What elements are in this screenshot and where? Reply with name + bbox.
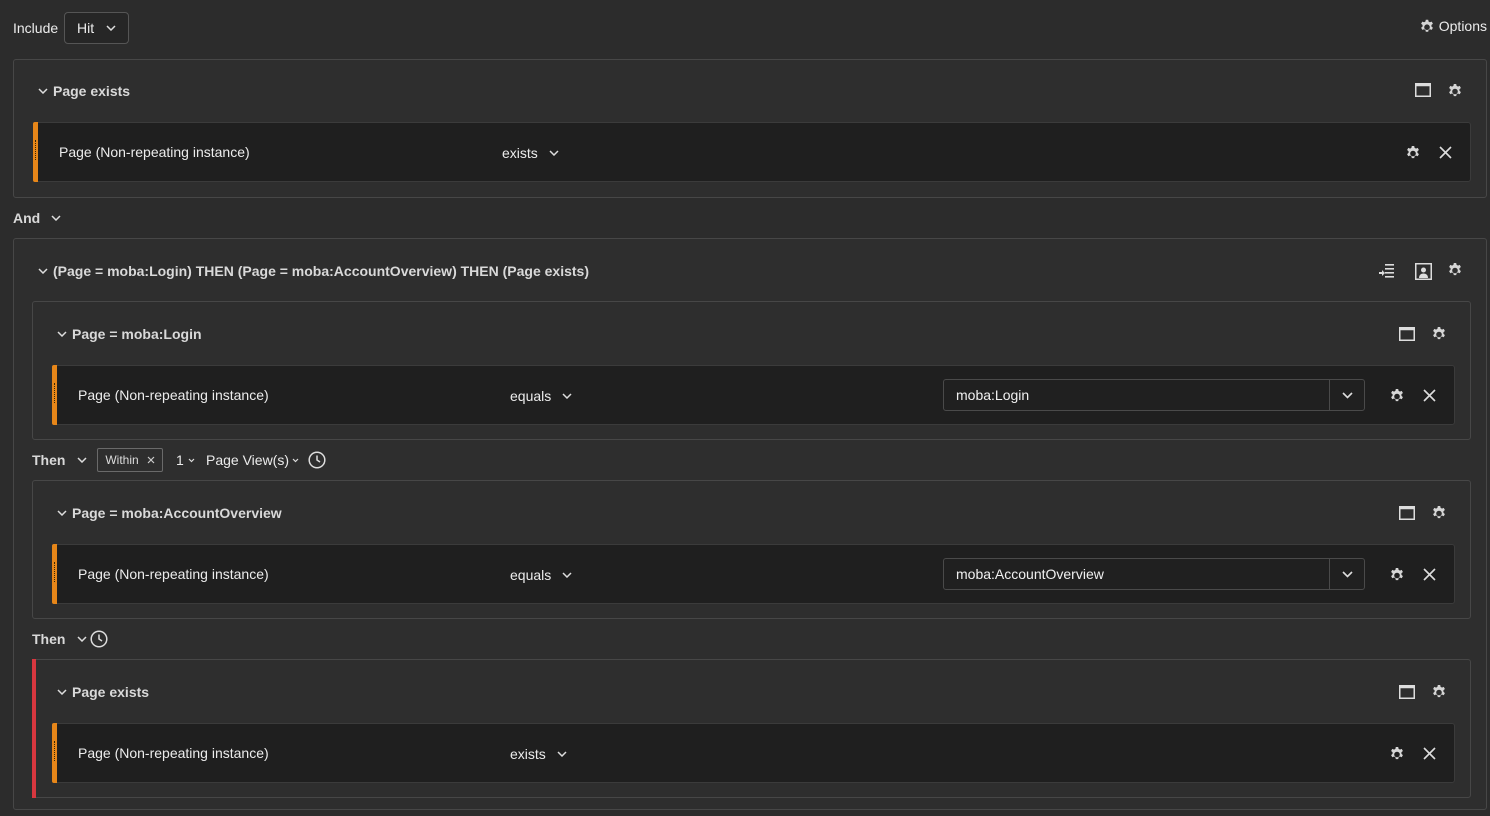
chevron-down-icon — [77, 457, 87, 463]
sequence-title: (Page = moba:Login) THEN (Page = moba:Ac… — [53, 263, 589, 279]
options-button[interactable]: Options — [1419, 18, 1487, 34]
collapse-window-icon[interactable] — [1399, 506, 1415, 520]
chevron-down-icon — [557, 751, 567, 757]
visitor-container-icon[interactable] — [1415, 263, 1432, 280]
operator-value: equals — [510, 567, 552, 583]
container-title: Page exists — [53, 83, 131, 99]
then-operator-select[interactable]: Then — [32, 452, 87, 468]
rule-row: Page (Non-repeating instance) equals mob… — [52, 544, 1455, 604]
step-title: Page = moba:Login — [72, 326, 202, 342]
chevron-down-icon[interactable] — [1329, 559, 1364, 589]
container-header[interactable]: Page = moba:AccountOverview — [57, 505, 282, 521]
gear-icon[interactable] — [1447, 262, 1463, 278]
collapse-window-icon[interactable] — [1399, 327, 1415, 341]
within-label: Within — [105, 453, 139, 467]
operator-select[interactable]: equals — [510, 567, 572, 583]
close-icon[interactable] — [1423, 747, 1436, 760]
chevron-down-icon — [57, 689, 67, 695]
chevron-down-icon — [562, 393, 572, 399]
chevron-down-icon — [38, 88, 48, 94]
gear-icon — [1419, 18, 1435, 34]
collapse-window-icon[interactable] — [1415, 83, 1431, 97]
include-scope-value: Hit — [77, 20, 95, 36]
chevron-down-icon — [77, 636, 87, 642]
rule-dimension[interactable]: Page (Non-repeating instance) — [59, 144, 250, 160]
clock-icon[interactable] — [308, 451, 326, 469]
step-title: Page exists — [72, 684, 150, 700]
chevron-down-icon — [57, 510, 67, 516]
operator-value: equals — [510, 388, 552, 404]
sequence-step-2: Page = moba:AccountOverview Page (Non-re… — [32, 480, 1471, 619]
then-label: Then — [32, 631, 66, 647]
drag-handle[interactable] — [33, 122, 38, 182]
rule-dimension[interactable]: Page (Non-repeating instance) — [78, 566, 269, 582]
within-count: 1 — [176, 452, 184, 468]
operator-select[interactable]: exists — [510, 746, 567, 762]
chevron-down-icon[interactable] — [1329, 380, 1364, 410]
operator-select[interactable]: equals — [510, 388, 572, 404]
operator-select[interactable]: exists — [502, 145, 559, 161]
value-combobox[interactable]: moba:Login — [943, 379, 1365, 411]
step-title: Page = moba:AccountOverview — [72, 505, 282, 521]
within-unit: Page View(s) — [206, 452, 290, 468]
close-icon[interactable] — [1423, 568, 1436, 581]
gear-icon[interactable] — [1431, 505, 1447, 521]
within-count-select[interactable]: 1 — [176, 452, 195, 468]
within-tag[interactable]: Within — [97, 448, 163, 472]
operator-value: exists — [510, 746, 546, 762]
drag-handle[interactable] — [52, 365, 57, 425]
gear-icon[interactable] — [1389, 567, 1405, 583]
value-input[interactable]: moba:Login — [944, 387, 1329, 403]
sequence-step-1: Page = moba:Login Page (Non-repeating in… — [32, 301, 1471, 440]
chevron-down-icon — [188, 458, 195, 463]
exclude-indicator — [32, 659, 36, 798]
value-combobox[interactable]: moba:AccountOverview — [943, 558, 1365, 590]
within-unit-select[interactable]: Page View(s) — [206, 452, 299, 468]
sequence-step-3: Page exists Page (Non-repeating instance… — [32, 659, 1471, 798]
then-label: Then — [32, 452, 66, 468]
chevron-down-icon — [562, 572, 572, 578]
drag-handle[interactable] — [52, 723, 57, 783]
collapse-window-icon[interactable] — [1399, 685, 1415, 699]
operator-value: exists — [502, 145, 538, 161]
clock-icon[interactable] — [90, 630, 108, 648]
value-input[interactable]: moba:AccountOverview — [944, 566, 1329, 582]
drag-handle[interactable] — [52, 544, 57, 604]
gear-icon[interactable] — [1431, 684, 1447, 700]
rule-dimension[interactable]: Page (Non-repeating instance) — [78, 387, 269, 403]
chevron-down-icon — [51, 215, 61, 221]
chevron-down-icon — [549, 150, 559, 156]
then-operator-select[interactable]: Then — [32, 631, 87, 647]
close-icon[interactable] — [147, 456, 155, 464]
options-label: Options — [1438, 18, 1487, 34]
gear-icon[interactable] — [1431, 326, 1447, 342]
rule-dimension[interactable]: Page (Non-repeating instance) — [78, 745, 269, 761]
container-header[interactable]: (Page = moba:Login) THEN (Page = moba:Ac… — [38, 263, 589, 279]
rule-row: Page (Non-repeating instance) exists — [33, 122, 1471, 182]
include-label: Include — [13, 20, 59, 36]
close-icon[interactable] — [1423, 389, 1436, 402]
container-header[interactable]: Page = moba:Login — [57, 326, 202, 342]
gear-icon[interactable] — [1389, 746, 1405, 762]
gear-icon[interactable] — [1405, 145, 1421, 161]
chevron-down-icon — [292, 458, 299, 463]
logic-operator-select[interactable]: And — [13, 210, 61, 226]
container-header[interactable]: Page exists — [38, 83, 130, 99]
sequence-order-icon[interactable] — [1379, 263, 1395, 279]
rule-row: Page (Non-repeating instance) equals mob… — [52, 365, 1455, 425]
gear-icon[interactable] — [1389, 388, 1405, 404]
chevron-down-icon — [106, 25, 116, 31]
gear-icon[interactable] — [1447, 83, 1463, 99]
container-page-exists: Page exists Page (Non-repeating instance… — [13, 59, 1487, 198]
chevron-down-icon — [57, 331, 67, 337]
include-scope-select[interactable]: Hit — [64, 12, 129, 44]
close-icon[interactable] — [1439, 146, 1452, 159]
rule-row: Page (Non-repeating instance) exists — [52, 723, 1455, 783]
logic-operator-value: And — [13, 210, 41, 226]
chevron-down-icon — [38, 268, 48, 274]
container-header[interactable]: Page exists — [57, 684, 149, 700]
